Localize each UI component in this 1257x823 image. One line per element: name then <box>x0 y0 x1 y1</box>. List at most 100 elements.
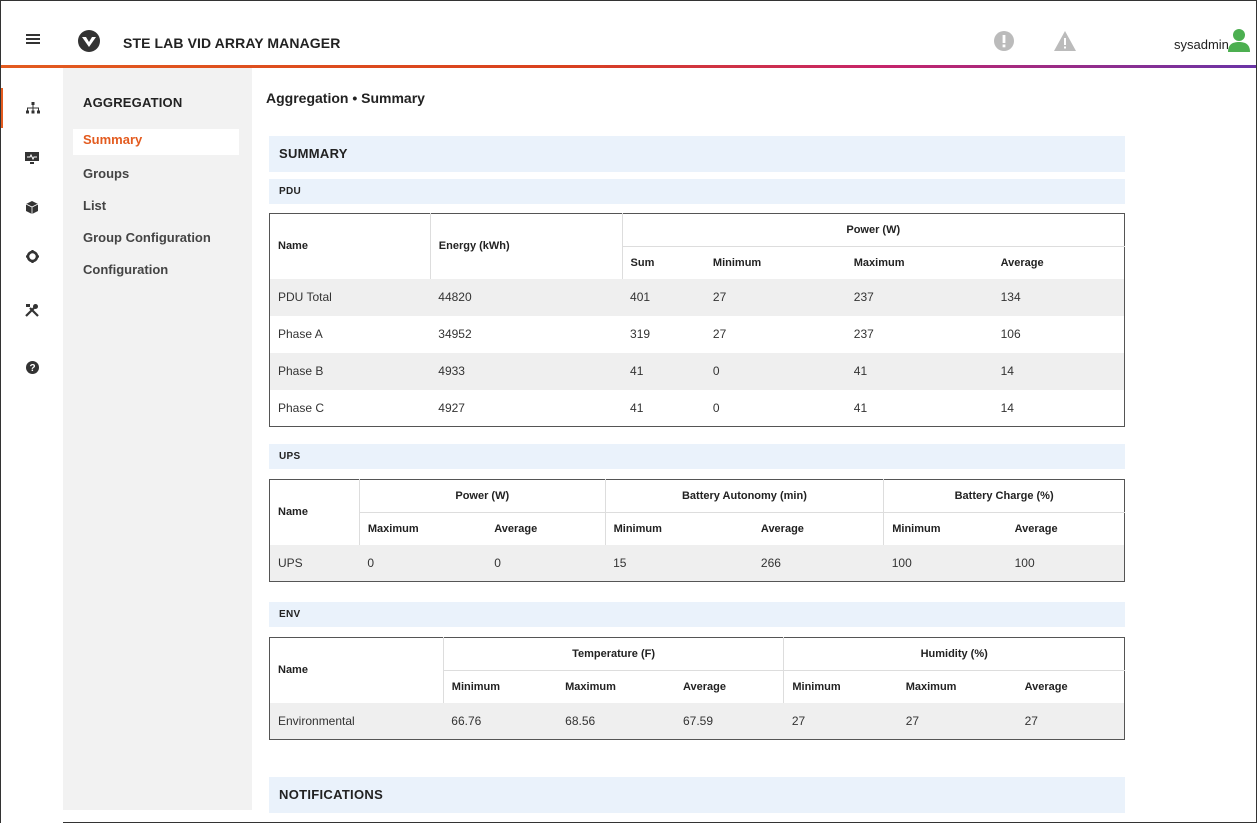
subnav-item-groups[interactable]: Groups <box>73 163 239 189</box>
env-header-humidity: Humidity (%) <box>783 637 1125 671</box>
pdu-panel: Name Energy (kWh) Power (W) Sum Minimum … <box>269 213 1125 427</box>
pdu-cell-avg: 14 <box>1000 400 1014 415</box>
ups-cell-power-avg: 0 <box>486 544 606 582</box>
pdu-cell-name: Phase C <box>278 400 325 415</box>
env-header-temperature: Temperature (F) <box>442 637 784 671</box>
pdu-section-header: PDU <box>269 179 1125 204</box>
env-cell-name: Environmental <box>269 702 444 740</box>
subnav-heading: AGGREGATION <box>83 95 183 110</box>
pdu-header-average: Average <box>992 246 1125 279</box>
pdu-cell-min: 27 <box>712 327 727 341</box>
pdu-cell-sum: 319 <box>630 327 651 341</box>
pdu-cell-max: 41 <box>845 352 993 390</box>
env-section-header: ENV <box>269 602 1125 627</box>
pdu-header-name: Name <box>269 213 431 279</box>
table-row: Phase B 4933 41 0 41 14 <box>269 352 1125 390</box>
ups-header-name: Name <box>269 479 360 545</box>
icon-rail: ? <box>1 68 63 823</box>
subnav-item-summary[interactable]: Summary <box>73 129 239 155</box>
ups-header-autonomy-minimum: Minimum <box>604 512 753 545</box>
top-header: STE LAB VID ARRAY MANAGER sysadmin <box>1 1 1256 65</box>
pdu-cell-energy: 4933 <box>430 352 623 390</box>
pdu-cell-energy: 44820 <box>430 278 623 316</box>
pdu-cell-min: 27 <box>704 278 846 316</box>
alert-icon[interactable] <box>994 31 1014 51</box>
pdu-cell-max: 237 <box>853 327 874 341</box>
env-cell-hum-avg: 27 <box>1016 702 1125 740</box>
pdu-cell-min: 0 <box>712 400 720 415</box>
notifications-section-header: NOTIFICATIONS <box>269 777 1125 813</box>
table-row: PDU Total 44820 401 27 237 134 <box>269 278 1125 316</box>
pdu-cell-name: Phase B <box>269 352 431 390</box>
pdu-cell-sum: 41 <box>622 352 705 390</box>
hamburger-icon[interactable] <box>26 34 40 44</box>
hierarchy-icon[interactable] <box>1 88 63 128</box>
pdu-cell-avg: 134 <box>992 278 1125 316</box>
env-cell-temp-avg: 67.59 <box>675 702 784 740</box>
pdu-cell-energy: 4927 <box>438 400 465 415</box>
ups-cell-charge-avg: 100 <box>1006 544 1125 582</box>
pdu-header-energy: Energy (kWh) <box>429 213 623 279</box>
env-cell-hum-min: 27 <box>783 702 898 740</box>
ups-panel: Name Power (W) Battery Autonomy (min) Ba… <box>269 479 1125 582</box>
pdu-header-sum: Sum <box>621 246 705 279</box>
table-row: Environmental 66.76 68.56 67.59 27 27 27 <box>269 702 1125 740</box>
pdu-cell-max: 237 <box>845 278 993 316</box>
monitor-icon[interactable] <box>1 138 63 178</box>
gear-icon[interactable] <box>1 236 63 276</box>
user-icon[interactable] <box>1227 28 1251 52</box>
ups-header-charge-minimum: Minimum <box>883 512 1007 545</box>
sub-navigation: AGGREGATION Summary Groups List Group Co… <box>63 68 252 810</box>
ups-header-power-maximum: Maximum <box>358 512 487 545</box>
env-cell-temp-min: 66.76 <box>443 702 558 740</box>
cube-icon[interactable] <box>1 187 63 227</box>
pdu-header-minimum: Minimum <box>704 246 846 279</box>
subnav-item-list[interactable]: List <box>73 195 239 221</box>
ups-cell-autonomy-avg: 266 <box>752 544 884 582</box>
summary-section-header: SUMMARY <box>269 136 1125 172</box>
ups-section-header: UPS <box>269 444 1125 469</box>
table-row: Phase C 4927 41 0 41 14 <box>270 390 1125 427</box>
table-row: UPS 0 0 15 266 100 100 <box>269 544 1125 582</box>
env-header-hum-maximum: Maximum <box>897 670 1017 703</box>
pdu-header-power: Power (W) <box>621 213 1125 247</box>
pdu-cell-min: 0 <box>704 352 846 390</box>
pdu-cell-sum: 41 <box>630 400 644 415</box>
username[interactable]: sysadmin <box>1174 37 1229 52</box>
vertiv-logo[interactable] <box>78 30 100 52</box>
ups-cell-autonomy-min: 15 <box>605 544 753 582</box>
env-header-hum-average: Average <box>1016 670 1125 703</box>
env-cell-hum-max: 27 <box>897 702 1017 740</box>
ups-cell-power-max: 0 <box>359 544 487 582</box>
warning-icon[interactable] <box>1054 31 1076 51</box>
env-panel: Name Temperature (F) Humidity (%) Minimu… <box>269 637 1125 740</box>
pdu-cell-sum: 401 <box>622 278 705 316</box>
ups-header-autonomy: Battery Autonomy (min) <box>604 479 884 513</box>
ups-header-charge: Battery Charge (%) <box>883 479 1125 513</box>
pdu-cell-energy: 34952 <box>438 327 472 341</box>
ups-header-power-average: Average <box>486 512 606 545</box>
breadcrumb: Aggregation • Summary <box>266 90 425 106</box>
tools-icon[interactable] <box>1 290 63 330</box>
ups-header-power: Power (W) <box>358 479 606 513</box>
pdu-cell-name: Phase A <box>278 327 323 341</box>
ups-cell-charge-min: 100 <box>883 544 1007 582</box>
ups-header-autonomy-average: Average <box>752 512 884 545</box>
pdu-cell-avg: 106 <box>1000 327 1021 341</box>
env-header-name: Name <box>269 637 444 703</box>
ups-header-charge-average: Average <box>1006 512 1125 545</box>
pdu-cell-avg: 14 <box>992 352 1125 390</box>
app-title: STE LAB VID ARRAY MANAGER <box>123 35 341 51</box>
env-header-temp-minimum: Minimum <box>442 670 558 703</box>
subnav-item-configuration[interactable]: Configuration <box>73 259 239 285</box>
subnav-item-group-configuration[interactable]: Group Configuration <box>73 227 239 253</box>
pdu-cell-max: 41 <box>853 400 868 415</box>
env-header-temp-average: Average <box>675 670 784 703</box>
ups-table: Name Power (W) Battery Autonomy (min) Ba… <box>269 479 1125 582</box>
env-cell-temp-max: 68.56 <box>557 702 675 740</box>
pdu-table: Name Energy (kWh) Power (W) Sum Minimum … <box>269 213 1125 427</box>
pdu-header-maximum: Maximum <box>845 246 993 279</box>
help-icon[interactable]: ? <box>1 347 63 387</box>
env-header-hum-minimum: Minimum <box>783 670 898 703</box>
svg-text:?: ? <box>29 363 35 374</box>
